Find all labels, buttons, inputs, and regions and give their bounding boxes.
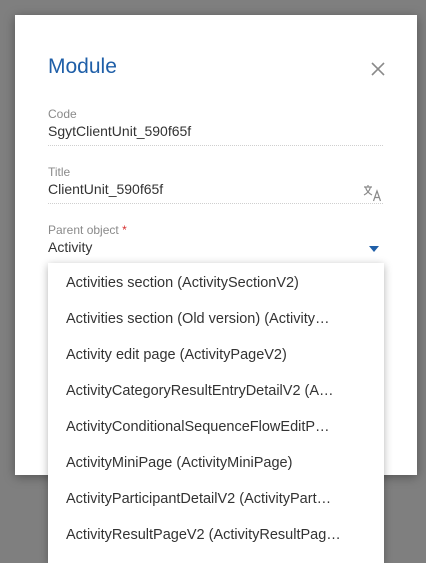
code-label: Code xyxy=(48,107,77,121)
parent-object-label: Parent object * xyxy=(48,223,383,237)
title-underline xyxy=(48,203,383,204)
code-input[interactable]: SgytClientUnit_590f65f xyxy=(48,123,383,139)
parent-object-field[interactable]: Parent object * Activity xyxy=(48,223,383,255)
translate-icon[interactable] xyxy=(363,184,383,202)
code-underline xyxy=(48,145,383,146)
dropdown-option[interactable]: Activities section (ActivitySectionV2) xyxy=(48,265,384,301)
dropdown-option[interactable]: ActivityParticipantDetailV2 (ActivityPar… xyxy=(48,481,384,517)
title-label: Title xyxy=(48,165,71,179)
title-input[interactable]: ClientUnit_590f65f xyxy=(48,181,383,197)
dropdown-option[interactable]: ActivityResultPageV2 (ActivityResultPag… xyxy=(48,517,384,553)
parent-object-label-text: Parent object xyxy=(48,223,119,237)
required-mark: * xyxy=(122,223,127,237)
chevron-down-icon[interactable] xyxy=(369,246,379,252)
title-field[interactable]: Title ClientUnit_590f65f xyxy=(48,165,383,204)
dropdown-option[interactable]: ActivityConditionalSequenceFlowEditP… xyxy=(48,409,384,445)
dropdown-option[interactable]: Activities section (Old version) (Activi… xyxy=(48,301,384,337)
parent-object-input[interactable]: Activity xyxy=(48,239,383,255)
code-field[interactable]: Code SgytClientUnit_590f65f xyxy=(48,107,383,146)
parent-object-dropdown[interactable]: Activities section (ActivitySectionV2) A… xyxy=(48,263,384,563)
dropdown-option[interactable]: ActivityMiniPage (ActivityMiniPage) xyxy=(48,445,384,481)
dropdown-option[interactable]: Activity edit page (ActivityPageV2) xyxy=(48,337,384,373)
dialog-title: Module xyxy=(48,55,117,78)
dropdown-option[interactable]: ActivityCategoryResultEntryDetailV2 (A… xyxy=(48,373,384,409)
close-icon[interactable] xyxy=(368,59,388,79)
